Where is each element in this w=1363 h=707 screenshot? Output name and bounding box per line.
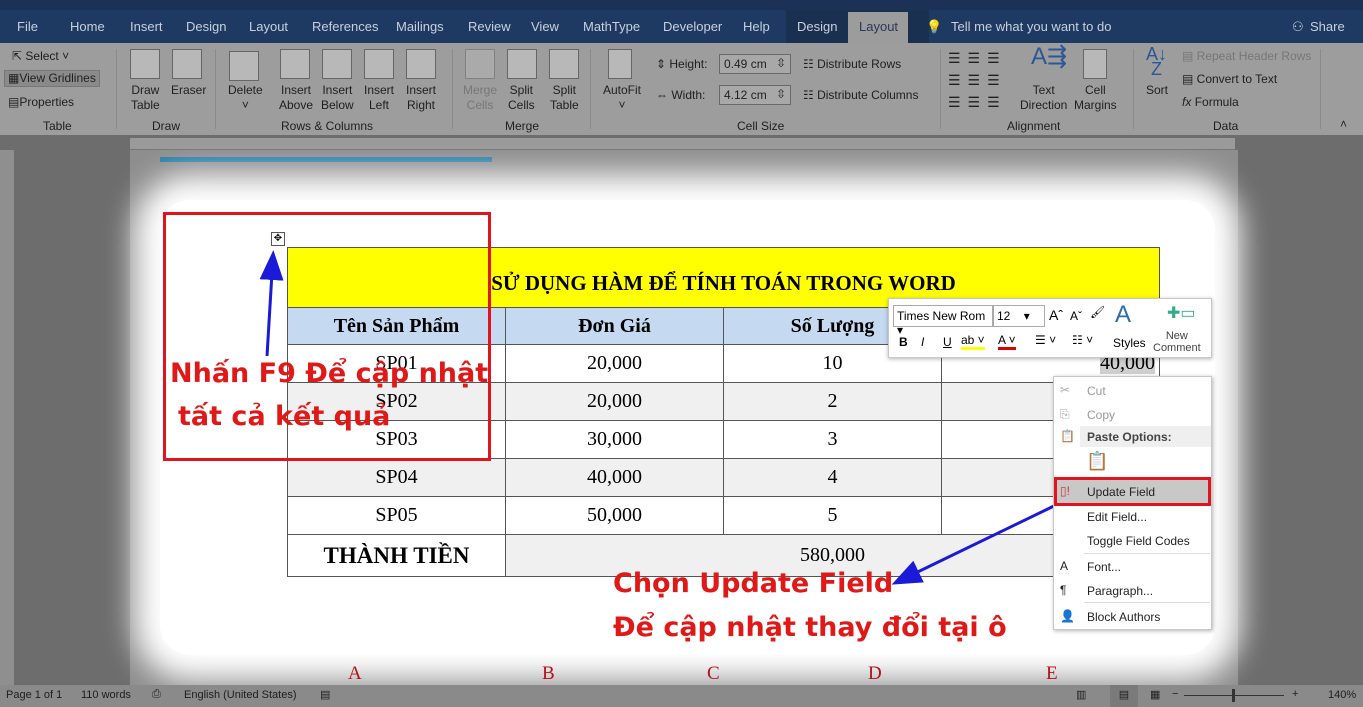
bullets-icon[interactable]: ☰ ˅ [1035, 333, 1056, 347]
paragraph-icon: ¶ [1060, 583, 1067, 597]
menu-item-font[interactable]: Font... [1087, 560, 1121, 574]
column-label-b: B [542, 663, 555, 684]
paste-options-label: Paste Options: [1087, 430, 1172, 444]
column-label-e: E [1046, 663, 1058, 684]
numbering-icon[interactable]: ☷ ˅ [1072, 333, 1093, 347]
read-mode-icon[interactable]: ▥ [1076, 688, 1086, 701]
paste-icon: 📋 [1060, 429, 1075, 443]
arrow-to-note [891, 503, 1057, 585]
column-label-a: A [348, 663, 362, 684]
new-comment-icon: ✚▭ [1167, 305, 1196, 322]
grow-font-icon[interactable]: Aˆ [1049, 307, 1063, 323]
shrink-font-icon[interactable]: Aˇ [1070, 309, 1082, 323]
paste-keep-text-icon[interactable]: 📋 [1086, 451, 1108, 472]
bold-icon[interactable]: B [899, 335, 908, 349]
new-comment-button[interactable]: New Comment [1153, 330, 1201, 354]
menu-item-update-field[interactable]: Update Field [1087, 485, 1155, 499]
zoom-in-button[interactable]: + [1292, 688, 1298, 700]
font-size-dropdown[interactable]: 12 ▾ [993, 305, 1045, 327]
menu-item-edit-field[interactable]: Edit Field... [1087, 510, 1147, 524]
underline-icon[interactable]: U [943, 335, 952, 349]
macro-icon[interactable]: ▤ [320, 688, 330, 701]
italic-icon[interactable]: I [921, 335, 924, 349]
menu-item-block-authors[interactable]: Block Authors [1087, 610, 1160, 624]
web-layout-icon[interactable]: ▦ [1150, 688, 1160, 701]
arrow-to-handle [259, 250, 284, 357]
proofing-icon[interactable]: ⎙ [152, 688, 161, 701]
zoom-out-button[interactable]: − [1172, 688, 1178, 700]
styles-icon: A [1115, 301, 1132, 328]
language[interactable]: English (United States) [184, 689, 297, 701]
column-label-d: D [868, 663, 882, 684]
styles-button[interactable]: Styles [1113, 336, 1146, 350]
menu-item-copy[interactable]: Copy [1087, 408, 1115, 422]
print-layout-icon[interactable]: ▤ [1110, 685, 1138, 707]
context-menu: ✂ Cut ⎘ Copy 📋 Paste Options: 📋 ▯! Updat… [1053, 376, 1212, 630]
update-field-icon: ▯! [1060, 484, 1070, 498]
copy-icon: ⎘ [1060, 407, 1070, 421]
cut-icon: ✂ [1060, 383, 1071, 397]
word-count[interactable]: 110 words [81, 689, 131, 701]
font-name-dropdown[interactable]: Times New Rom ▾ [893, 305, 993, 337]
column-label-c: C [707, 663, 720, 684]
status-bar: Page 1 of 1 110 words ⎙ English (United … [0, 685, 1363, 707]
highlight-icon[interactable]: ab ˅ [961, 333, 985, 350]
format-painter-icon[interactable]: 🖌 [1090, 305, 1105, 319]
menu-item-toggle-field-codes[interactable]: Toggle Field Codes [1087, 534, 1190, 548]
page-count[interactable]: Page 1 of 1 [6, 689, 62, 701]
block-authors-icon: 👤 [1060, 609, 1075, 623]
mini-toolbar: Times New Rom ▾ 12 ▾ Aˆ Aˇ 🖌 B I U ab ˅ … [888, 298, 1212, 358]
font-icon: A [1060, 559, 1069, 573]
font-color-icon[interactable]: A ˅ [998, 333, 1016, 350]
zoom-level[interactable]: 140% [1328, 689, 1356, 701]
zoom-slider-thumb[interactable] [1232, 689, 1235, 702]
menu-item-cut[interactable]: Cut [1087, 384, 1106, 398]
menu-item-paragraph[interactable]: Paragraph... [1087, 584, 1153, 598]
